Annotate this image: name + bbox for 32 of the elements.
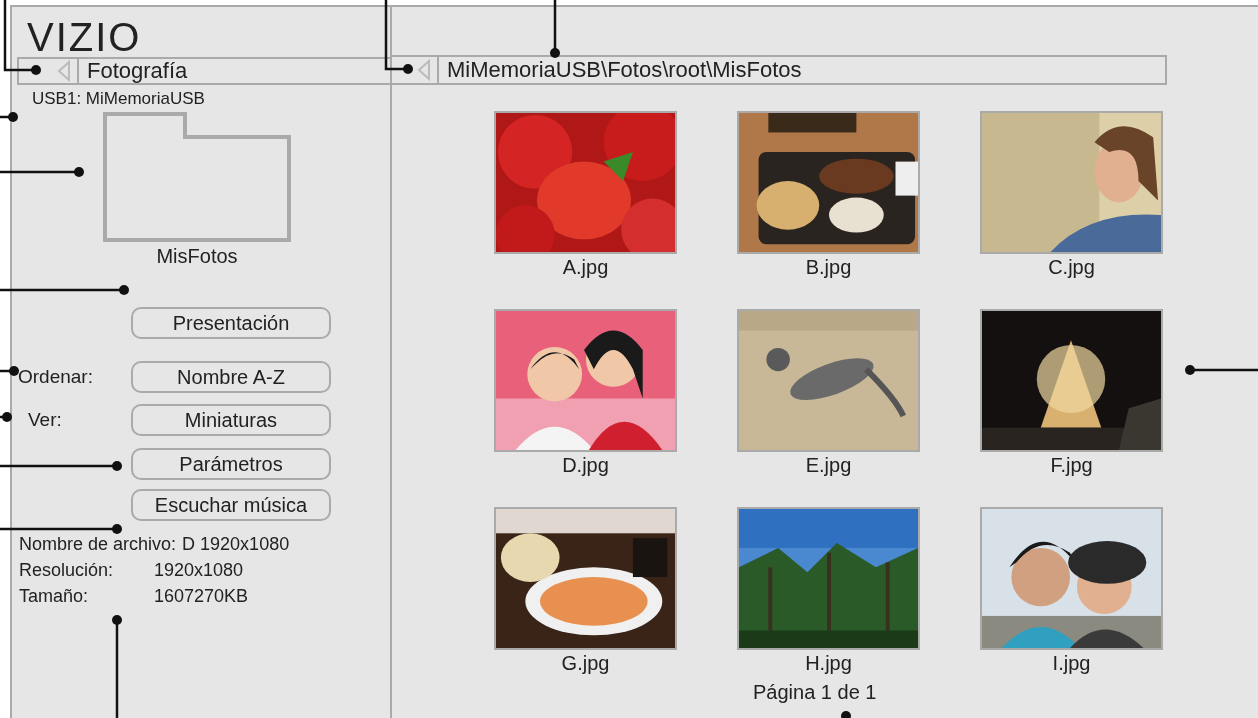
file-name: D.jpg [562,453,609,478]
leader-line [0,112,18,122]
file-name: F.jpg [1050,453,1093,478]
info-label: Resolución: [19,559,115,582]
info-value: D 1920x1080 [182,533,290,556]
file-name: C.jpg [1048,255,1095,280]
folder-path: MiMemoriaUSB\Fotos\root\MisFotos [446,57,802,83]
menu-button[interactable]: Parámetros [131,448,331,480]
folder-name[interactable]: MisFotos [156,244,238,268]
file-name: G.jpg [561,651,610,676]
menu-button[interactable]: Presentación [131,307,331,339]
leader-line [0,366,19,376]
page-indicator: Página 1 de 1 [753,680,877,704]
option-label: Ver: [27,407,63,432]
info-value: 1920x1080 [154,559,244,582]
leader-line [550,0,560,58]
file-name: A.jpg [562,255,609,280]
menu-button[interactable]: Escuchar música [131,489,331,521]
usb-source-label: USB1: MiMemoriaUSB [31,89,205,109]
option-button[interactable]: Miniaturas [131,404,331,436]
info-value: 1607270KB [154,585,249,608]
vizio-logo: VIZIO [26,14,142,55]
leader-line [841,711,851,718]
option-label: Ordenar: [18,364,94,389]
section-title: Fotografía [86,59,188,83]
file-name: H.jpg [805,651,852,676]
file-name: E.jpg [805,453,852,478]
file-name: B.jpg [805,255,852,280]
info-label: Nombre de archivo: [19,533,178,556]
option-button[interactable]: Nombre A-Z [131,361,331,393]
file-name: I.jpg [1052,651,1091,676]
info-label: Tamaño: [19,585,90,608]
